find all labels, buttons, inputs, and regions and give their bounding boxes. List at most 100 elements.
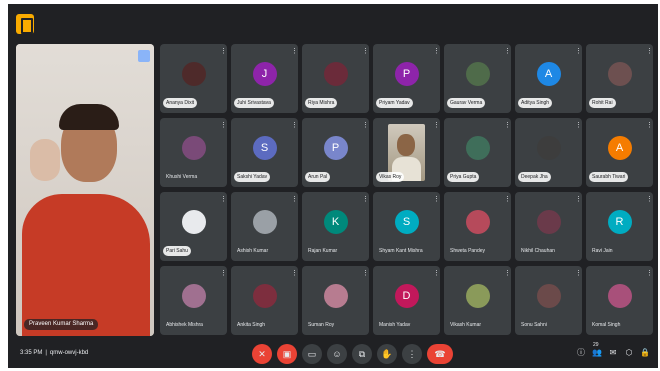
participant-avatar <box>323 284 348 308</box>
participant-tile[interactable]: ⋮ Sonu Sahni <box>515 266 582 335</box>
participant-tile[interactable]: ⋮ Vikas Roy <box>373 118 440 187</box>
tile-more-icon[interactable]: ⋮ <box>504 48 511 56</box>
participant-tile[interactable]: S ⋮ Shyam Kant Mishra <box>373 192 440 261</box>
participant-avatar <box>607 284 632 308</box>
participant-tile[interactable]: A ⋮ Aditya Singh <box>515 44 582 113</box>
participant-tile[interactable]: ⋮ Suman Roy <box>302 266 369 335</box>
raise-hand-icon[interactable]: ✋ <box>377 344 397 364</box>
participant-tile[interactable]: R ⋮ Ravi Jain <box>586 192 653 261</box>
tile-more-icon[interactable]: ⋮ <box>291 48 298 56</box>
participant-tile[interactable]: ⋮ Rohit Rai <box>586 44 653 113</box>
meet-window: Praveen Kumar Sharma ⋮ Ananya Dixit J ⋮ Juhi… <box>8 4 658 368</box>
meeting-details: 3:35 PM | qmw-owvj-kbd <box>20 350 88 356</box>
pin-icon[interactable] <box>138 50 150 62</box>
participant-tile[interactable]: S ⋮ Sakshi Yadav <box>231 118 298 187</box>
more-options-icon[interactable]: ⋮ <box>402 344 422 364</box>
participant-tile[interactable]: ⋮ Pari Sahu <box>160 192 227 261</box>
participant-name: Vikash Kumar <box>450 322 482 328</box>
participant-name: Sonu Sahni <box>521 322 547 328</box>
participant-tile[interactable]: ⋮ Ananya Dixit <box>160 44 227 113</box>
participant-face <box>397 134 415 156</box>
tile-more-icon[interactable]: ⋮ <box>220 48 227 56</box>
tile-more-icon[interactable]: ⋮ <box>362 122 369 130</box>
participant-tile[interactable]: ⋮ Abhishek Mishra <box>160 266 227 335</box>
participant-tile[interactable]: A ⋮ Saurabh Tiwari <box>586 118 653 187</box>
tile-more-icon[interactable]: ⋮ <box>433 270 440 278</box>
participant-avatar <box>536 210 561 234</box>
participant-avatar <box>465 136 490 160</box>
participant-avatar <box>252 210 277 234</box>
participant-name: Ashish Kumar <box>237 248 269 254</box>
participant-name: Abhishek Mishra <box>166 322 203 328</box>
tile-more-icon[interactable]: ⋮ <box>433 196 440 204</box>
tile-more-icon[interactable]: ⋮ <box>220 122 227 130</box>
participant-tile[interactable]: D ⋮ Manish Yadav <box>373 266 440 335</box>
participant-avatar <box>607 62 632 86</box>
tile-more-icon[interactable]: ⋮ <box>575 122 582 130</box>
participant-tile[interactable]: K ⋮ Rajan Kumar <box>302 192 369 261</box>
end-call-icon[interactable]: ☎ <box>427 344 453 364</box>
tile-more-icon[interactable]: ⋮ <box>504 270 511 278</box>
participant-tile[interactable]: ⋮ Deepak Jha <box>515 118 582 187</box>
people-icon[interactable]: 👥 29 <box>592 342 602 358</box>
participant-name: Nikhil Chauhan <box>521 248 555 254</box>
tile-more-icon[interactable]: ⋮ <box>291 122 298 130</box>
tile-more-icon[interactable]: ⋮ <box>220 196 227 204</box>
participant-avatar <box>181 210 206 234</box>
pinned-participant-tile[interactable]: Praveen Kumar Sharma <box>16 44 154 336</box>
participant-tile[interactable]: ⋮ Gaurav Verma <box>444 44 511 113</box>
side-tools: ⓘ 👥 29 ✉ ⬡ 🔒 <box>576 342 650 358</box>
tile-more-icon[interactable]: ⋮ <box>362 48 369 56</box>
participant-tile[interactable]: ⋮ Komal Singh <box>586 266 653 335</box>
tile-more-icon[interactable]: ⋮ <box>575 270 582 278</box>
tile-more-icon[interactable]: ⋮ <box>575 196 582 204</box>
tile-more-icon[interactable]: ⋮ <box>646 270 653 278</box>
tile-more-icon[interactable]: ⋮ <box>362 196 369 204</box>
tile-more-icon[interactable]: ⋮ <box>646 48 653 56</box>
waving-hand <box>30 139 60 181</box>
host-controls-icon[interactable]: 🔒 <box>640 348 650 358</box>
tile-more-icon[interactable]: ⋮ <box>220 270 227 278</box>
tile-more-icon[interactable]: ⋮ <box>504 122 511 130</box>
participant-avatar: P <box>394 62 419 86</box>
participant-tile[interactable]: ⋮ Riya Mishra <box>302 44 369 113</box>
chat-icon[interactable]: ✉ <box>608 348 618 358</box>
participant-tile[interactable]: ⋮ Ashish Kumar <box>231 192 298 261</box>
participant-tile[interactable]: ⋮ Vikash Kumar <box>444 266 511 335</box>
tile-more-icon[interactable]: ⋮ <box>575 48 582 56</box>
participant-name: Saurabh Tiwari <box>589 172 629 182</box>
present-icon[interactable]: ⧉ <box>352 344 372 364</box>
participant-tile[interactable]: P ⋮ Arun Pal <box>302 118 369 187</box>
tile-more-icon[interactable]: ⋮ <box>291 270 298 278</box>
tile-more-icon[interactable]: ⋮ <box>504 196 511 204</box>
participant-tile[interactable]: ⋮ Ankita Singh <box>231 266 298 335</box>
activities-icon[interactable]: ⬡ <box>624 348 634 358</box>
participant-tile[interactable]: ⋮ Nikhil Chauhan <box>515 192 582 261</box>
participant-name: Vikas Roy <box>376 172 405 182</box>
meeting-info-icon[interactable]: ⓘ <box>576 348 586 358</box>
tile-more-icon[interactable]: ⋮ <box>646 196 653 204</box>
participant-tile[interactable]: ⋮ Priya Gupta <box>444 118 511 187</box>
participant-name: Gaurav Verma <box>447 98 486 108</box>
tile-more-icon[interactable]: ⋮ <box>433 48 440 56</box>
google-meet-logo-icon <box>16 14 34 34</box>
participant-tile[interactable]: ⋮ Khushi Verma <box>160 118 227 187</box>
tile-more-icon[interactable]: ⋮ <box>646 122 653 130</box>
tile-more-icon[interactable]: ⋮ <box>433 122 440 130</box>
participant-name: Shyam Kant Mishra <box>379 248 423 254</box>
participant-name: Deepak Jha <box>518 172 551 182</box>
captions-icon[interactable]: ▭ <box>302 344 322 364</box>
tile-more-icon[interactable]: ⋮ <box>291 196 298 204</box>
emoji-icon[interactable]: ☺ <box>327 344 347 364</box>
participant-tile[interactable]: J ⋮ Juhi Srivastava <box>231 44 298 113</box>
participant-tile[interactable]: P ⋮ Priyam Yadav <box>373 44 440 113</box>
participant-avatar: J <box>252 62 277 86</box>
participant-tile[interactable]: ⋮ Shweta Pandey <box>444 192 511 261</box>
participant-avatar: D <box>394 284 419 308</box>
camera-off-icon[interactable]: ▣ <box>277 344 297 364</box>
tile-more-icon[interactable]: ⋮ <box>362 270 369 278</box>
mic-off-icon[interactable]: ✕ <box>252 344 272 364</box>
participant-avatar <box>536 284 561 308</box>
participant-avatar: R <box>607 210 632 234</box>
participant-avatar <box>465 62 490 86</box>
